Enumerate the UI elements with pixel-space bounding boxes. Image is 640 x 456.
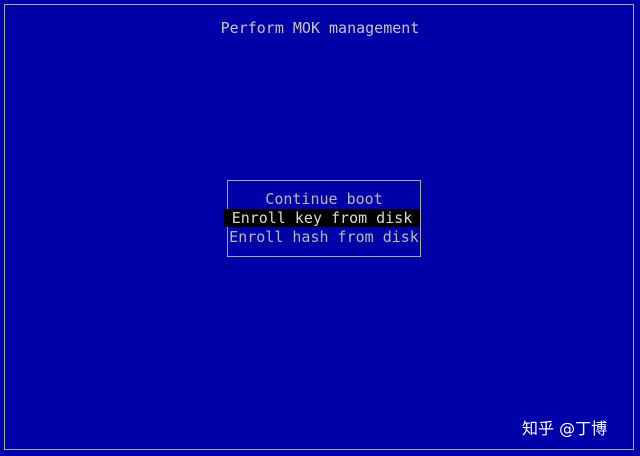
page-title: Perform MOK management	[220, 19, 420, 37]
mok-manager-screen: Perform MOK management Continue boot Enr…	[0, 0, 640, 456]
mok-menu: Continue boot Enroll key from disk Enrol…	[224, 180, 421, 257]
menu-item-continue-boot[interactable]: Continue boot	[228, 190, 420, 208]
menu-item-enroll-hash-from-disk[interactable]: Enroll hash from disk	[228, 228, 420, 246]
watermark-text: 知乎 @丁博	[522, 419, 608, 438]
menu-item-enroll-key-from-disk[interactable]: Enroll key from disk	[224, 209, 420, 227]
